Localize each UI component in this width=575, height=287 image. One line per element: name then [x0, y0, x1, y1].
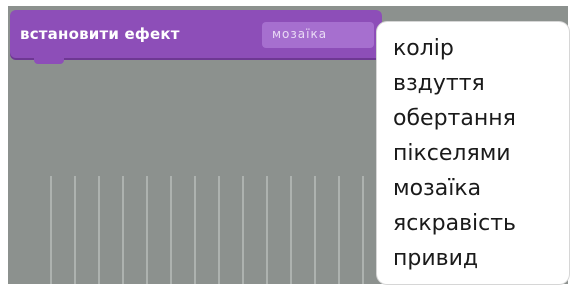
menu-item-color[interactable]: колір	[393, 36, 454, 62]
screenshot-frame: встановити ефект мозаїка колір вздуття о…	[0, 0, 575, 287]
effect-dropdown-value: мозаїка	[272, 27, 328, 41]
block-connector-notch	[34, 58, 64, 64]
menu-item-pixelate[interactable]: пікселями	[393, 141, 511, 167]
menu-item-fisheye[interactable]: вздуття	[393, 71, 485, 97]
set-effect-block[interactable]: встановити ефект мозаїка	[10, 10, 382, 58]
set-effect-block-label: встановити ефект	[20, 25, 180, 43]
effect-dropdown-menu: колір вздуття обертання пікселями мозаїк…	[377, 22, 569, 284]
menu-item-whirl[interactable]: обертання	[393, 106, 516, 132]
menu-item-ghost[interactable]: привид	[393, 246, 478, 272]
effect-dropdown-field[interactable]: мозаїка	[262, 22, 374, 48]
menu-item-mosaic[interactable]: мозаїка	[393, 176, 481, 202]
workspace-background-pattern	[28, 176, 368, 284]
menu-item-brightness[interactable]: яскравість	[393, 211, 516, 237]
